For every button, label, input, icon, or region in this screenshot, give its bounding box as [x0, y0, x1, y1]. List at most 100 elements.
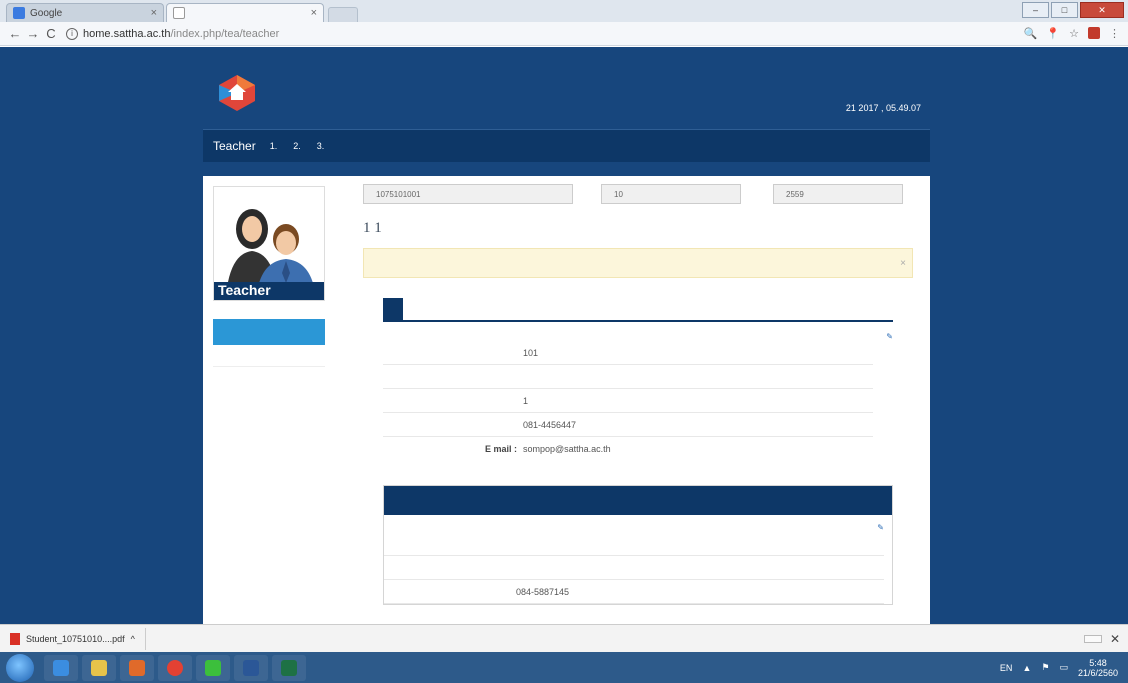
- tab-personal-info[interactable]: [383, 298, 403, 320]
- start-button[interactable]: [6, 653, 34, 682]
- extension-icon[interactable]: [1088, 27, 1100, 39]
- area-field[interactable]: 10: [601, 184, 741, 204]
- zoom-icon[interactable]: 🔍: [1024, 27, 1038, 40]
- maximize-button[interactable]: □: [1051, 2, 1078, 18]
- sidebar-item-manual[interactable]: [213, 345, 325, 367]
- close-icon[interactable]: ×: [900, 258, 906, 269]
- show-all-button[interactable]: [1083, 634, 1102, 643]
- info-row: 101: [383, 341, 873, 365]
- academic-year-field[interactable]: 2559: [773, 184, 903, 204]
- taskbar-ie[interactable]: [44, 654, 78, 681]
- word-icon: [243, 659, 259, 676]
- menu-icon[interactable]: ⋮: [1109, 27, 1120, 40]
- chevron-up-icon[interactable]: ^: [131, 634, 135, 644]
- download-bar: Student_10751010....pdf ^ ✕: [0, 624, 1128, 652]
- info-row: [384, 556, 884, 580]
- field-value: sompop@sattha.ac.th: [523, 444, 611, 454]
- tab-title: Google: [30, 7, 63, 19]
- clock[interactable]: 5:48 21/6/2560: [1078, 658, 1118, 678]
- browser-tab-docs[interactable]: Google ×: [6, 3, 164, 22]
- page-icon: [173, 7, 185, 19]
- taskbar-excel[interactable]: [272, 654, 306, 681]
- current-date: 21 2017 , 05.49.07: [845, 103, 921, 113]
- taskbar-word[interactable]: [234, 654, 268, 681]
- edit-link[interactable]: ✎: [363, 332, 893, 341]
- field-value: 084-5887145: [516, 586, 570, 597]
- window-close-button[interactable]: ✕: [1080, 2, 1124, 18]
- clock-time: 5:48: [1089, 657, 1107, 668]
- minimize-button[interactable]: –: [1022, 2, 1049, 18]
- close-icon[interactable]: ×: [311, 7, 317, 19]
- nav-item-report[interactable]: 3.: [317, 141, 325, 151]
- panel-title: [384, 486, 892, 515]
- taskbar-chrome[interactable]: [158, 654, 192, 681]
- navbar-brand[interactable]: Teacher: [213, 139, 256, 153]
- page-title: 1 1: [363, 220, 382, 236]
- reload-icon[interactable]: C: [42, 26, 60, 41]
- avatar: Teacher: [213, 186, 325, 301]
- pencil-icon: ✎: [886, 332, 893, 341]
- avatar-label: Teacher: [214, 282, 324, 300]
- url-host: home.sattha.ac.th: [83, 27, 171, 40]
- download-filename: Student_10751010....pdf: [26, 633, 125, 644]
- new-tab-button[interactable]: [328, 7, 358, 22]
- tab-settings[interactable]: [403, 298, 423, 320]
- nav-item-advisor-info[interactable]: 1.: [270, 141, 278, 151]
- info-icon[interactable]: i: [66, 27, 78, 40]
- taskbar-line[interactable]: [196, 654, 230, 681]
- co-advisor-panel: ✎ 084-5887145: [383, 485, 893, 605]
- browser-tab-bar: Google × × – □ ✕: [0, 0, 1128, 22]
- info-row: 081-4456447: [383, 413, 873, 437]
- pencil-icon: ✎: [877, 523, 884, 532]
- flag-icon[interactable]: ⚑: [1041, 662, 1049, 673]
- download-item[interactable]: Student_10751010....pdf ^: [10, 627, 146, 650]
- sidebar: Teacher: [213, 186, 325, 367]
- info-row: 1: [383, 389, 873, 413]
- ie-icon: [53, 659, 69, 676]
- main-navbar: Teacher 1. 2. 3.: [203, 129, 930, 162]
- pin-icon[interactable]: 📍: [1046, 27, 1060, 40]
- info-row: [383, 365, 873, 389]
- nav-item-visit-record[interactable]: 2.: [293, 141, 301, 151]
- back-arrow-icon[interactable]: ←: [6, 26, 24, 41]
- google-docs-icon: [13, 7, 25, 19]
- edit-link[interactable]: ✎: [384, 523, 884, 532]
- sidebar-menu-head[interactable]: [213, 319, 325, 345]
- area-value: 10: [614, 189, 623, 199]
- chrome-icon: [167, 659, 183, 676]
- close-icon[interactable]: ×: [151, 7, 157, 19]
- star-icon[interactable]: ☆: [1069, 27, 1079, 40]
- chevron-up-icon[interactable]: ▲: [1022, 663, 1031, 673]
- language-indicator[interactable]: EN: [1000, 663, 1013, 673]
- filter-row: 1075101001 10 2559: [363, 184, 913, 204]
- school-value: 1075101001: [376, 189, 421, 199]
- welcome-alert: ×: [363, 248, 913, 278]
- clock-date: 21/6/2560: [1077, 667, 1118, 678]
- home-logo-icon: [219, 75, 255, 111]
- close-icon[interactable]: ✕: [1110, 632, 1120, 646]
- excel-icon: [281, 659, 297, 676]
- content-area: Teacher 1075101001 10 2559 1 1 × ✎ 101 1…: [203, 176, 930, 624]
- taskbar-media[interactable]: [120, 654, 154, 681]
- url-path: /index.php/tea/teacher: [170, 27, 280, 40]
- info-row: 084-5887145: [384, 580, 884, 604]
- field-label: E mail :: [484, 444, 517, 454]
- page-viewport: 21 2017 , 05.49.07 Teacher 1. 2. 3. Teac…: [0, 47, 1128, 624]
- system-tray: EN ▲ ⚑ ▭ 5:48 21/6/2560: [1000, 658, 1118, 678]
- browser-tab-active[interactable]: ×: [166, 3, 324, 22]
- url-input[interactable]: i home.sattha.ac.th /index.php/tea/teach…: [66, 25, 1014, 43]
- field-value: 1: [523, 395, 529, 406]
- media-icon: [129, 659, 145, 676]
- browser-toolbar: 🔍 📍 ☆ ⋮: [1024, 27, 1120, 40]
- window-controls: – □ ✕: [1022, 2, 1124, 18]
- taskbar-explorer[interactable]: [82, 654, 116, 681]
- profile-tabs: [383, 298, 893, 322]
- info-row: [384, 532, 884, 556]
- school-field[interactable]: 1075101001: [363, 184, 573, 204]
- site-header: 21 2017 , 05.49.07: [215, 47, 931, 129]
- academic-year-value: 2559: [786, 189, 804, 199]
- pdf-icon: [10, 632, 20, 645]
- network-icon[interactable]: ▭: [1059, 662, 1068, 673]
- address-bar: ← → C i home.sattha.ac.th /index.php/tea…: [0, 22, 1128, 46]
- forward-arrow-icon[interactable]: →: [24, 26, 42, 41]
